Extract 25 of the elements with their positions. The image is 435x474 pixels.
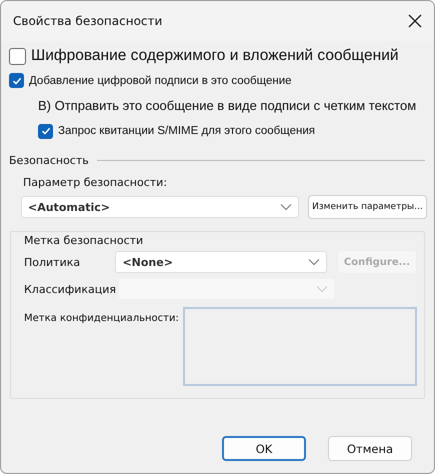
- check-icon: [12, 76, 22, 86]
- field-label: Метка конфиденциальности:: [24, 312, 179, 326]
- section-heading: Безопасность: [9, 154, 89, 167]
- security-setting-dropdown[interactable]: <Automatic>: [21, 196, 299, 218]
- check-icon: [40, 126, 50, 136]
- field-label: Классификация: [24, 282, 118, 296]
- checkbox[interactable]: [9, 73, 24, 88]
- field-label: Политика: [24, 256, 82, 268]
- checkbox-label: Шифрование содержимого и вложений сообщений: [31, 47, 399, 65]
- chevron-down-icon: [316, 285, 328, 293]
- chevron-down-icon: [280, 203, 292, 211]
- checkbox-label: Запрос квитанции S/MIME для этого сообщения: [58, 125, 315, 137]
- change-settings-button[interactable]: Изменить параметры...: [308, 195, 427, 219]
- window-title: Свойства безопасности: [13, 14, 162, 28]
- checkbox-label: Добавление цифровой подписи в это сообщение: [29, 74, 292, 86]
- group-heading: Метка безопасности: [24, 234, 144, 247]
- chevron-down-icon: [308, 258, 320, 266]
- option-text: B) Отправить это сообщение в виде подписи с четким текстом: [38, 98, 416, 112]
- checkbox[interactable]: [9, 48, 26, 64]
- field-label: Параметр безопасности:: [23, 176, 168, 189]
- policy-dropdown[interactable]: <None>: [115, 251, 327, 273]
- checkbox[interactable]: [38, 124, 53, 138]
- dialog-button[interactable]: OK: [222, 436, 306, 461]
- close-icon[interactable]: [408, 14, 422, 28]
- dialog-button[interactable]: Отмена: [328, 436, 412, 461]
